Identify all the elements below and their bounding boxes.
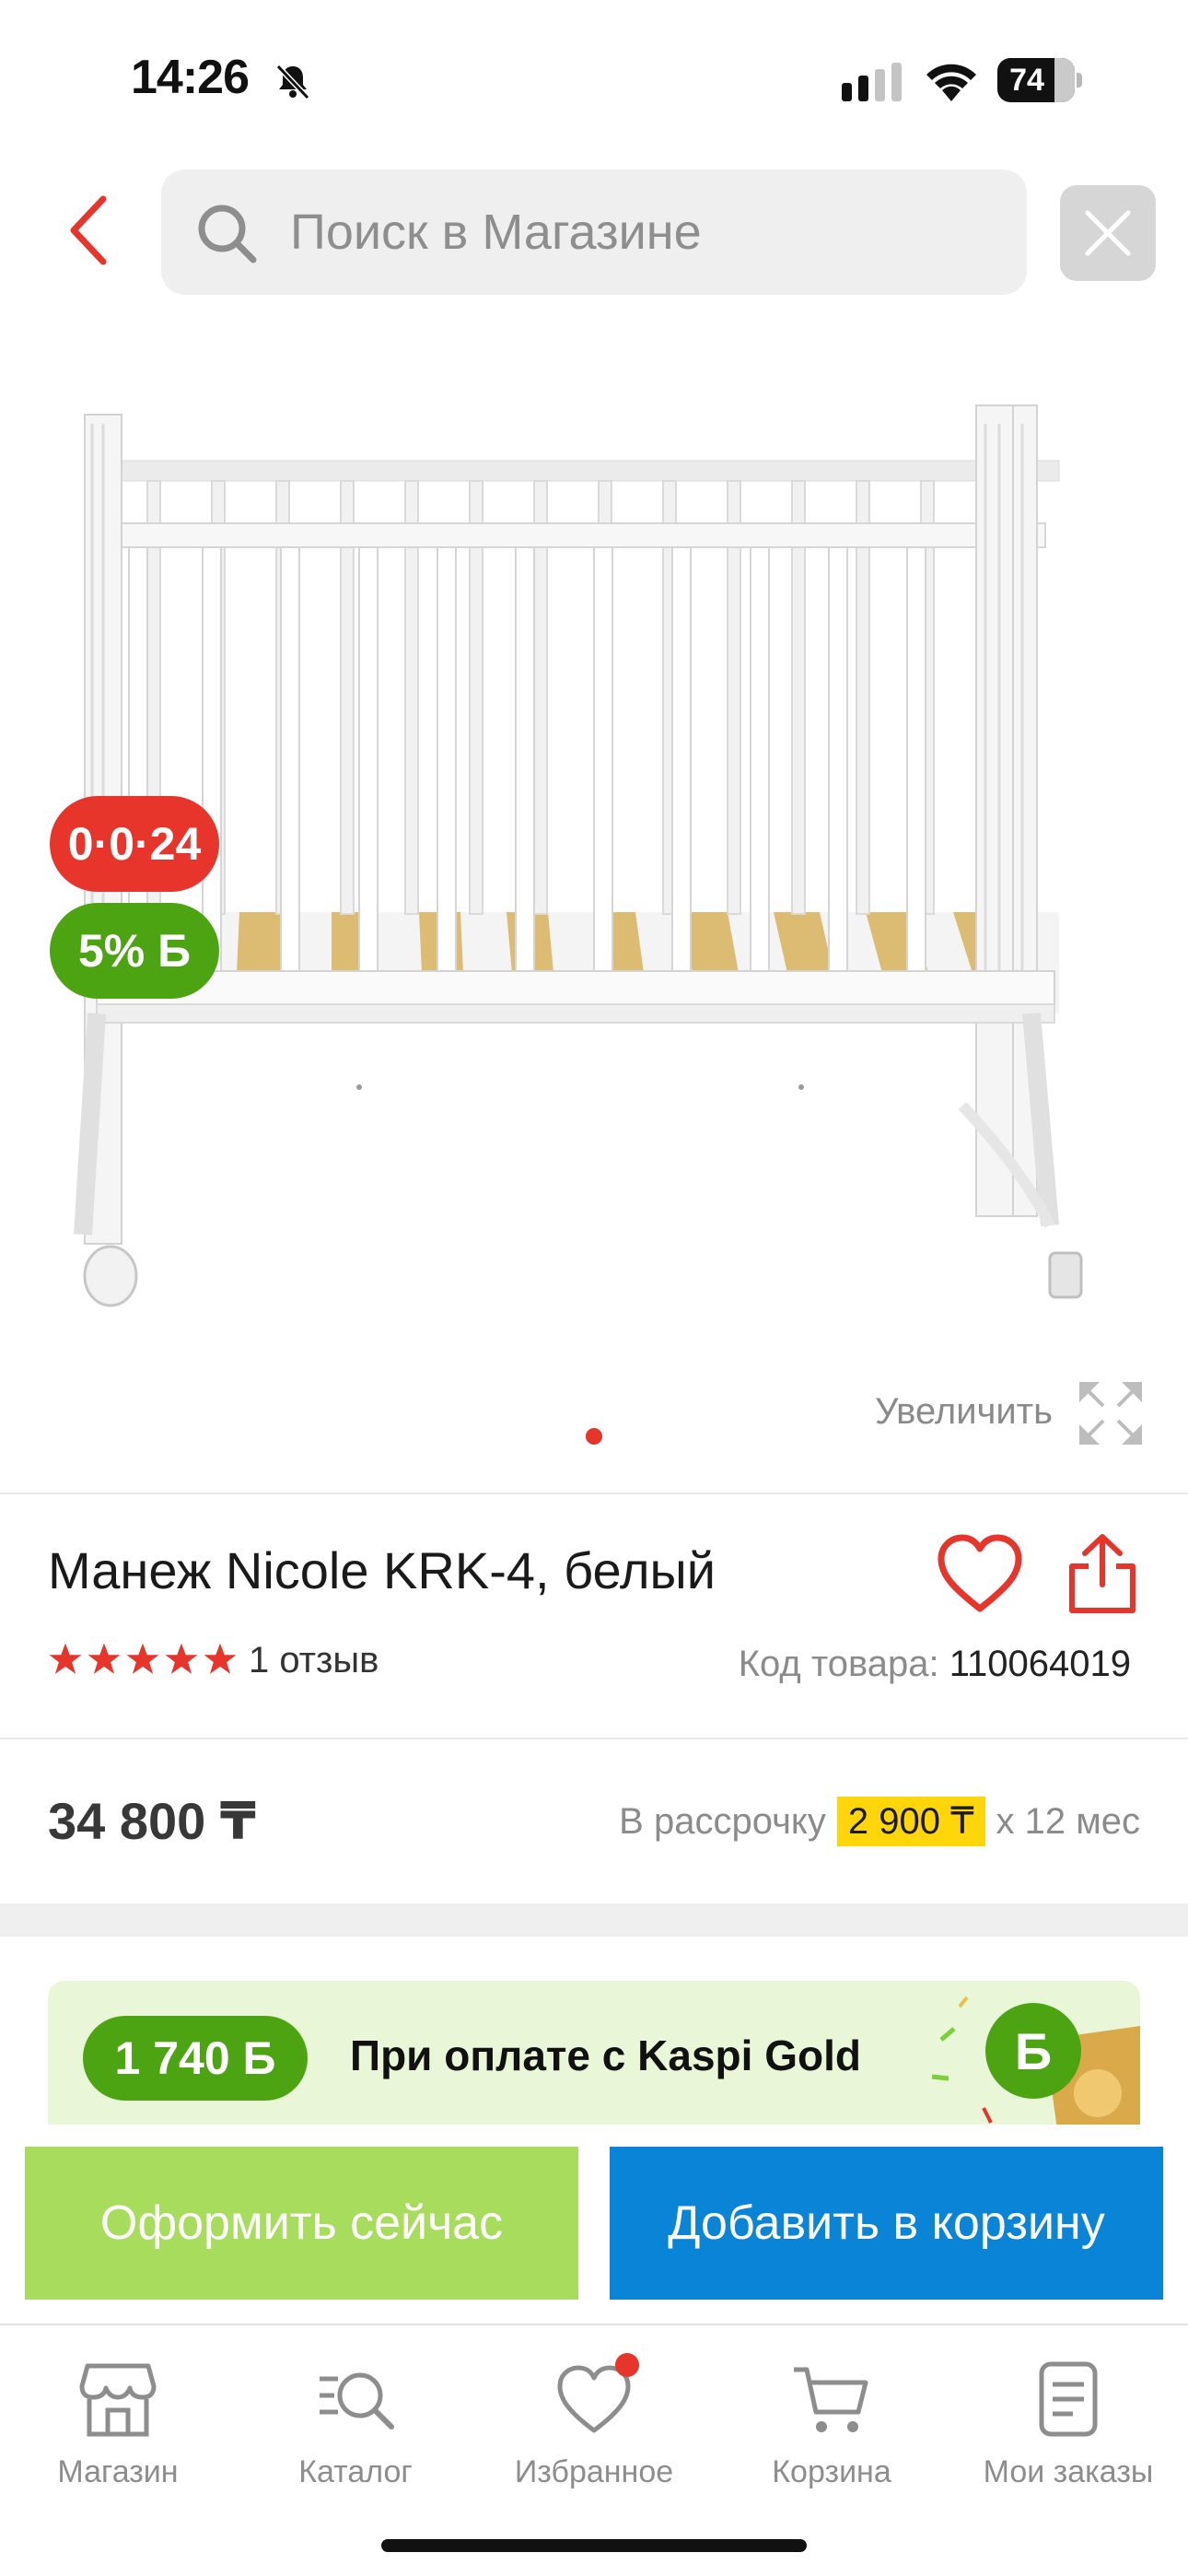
- svg-text:Б: Б: [1015, 2022, 1052, 2080]
- back-button[interactable]: [55, 189, 120, 272]
- installment-amount: 2 900 ₸: [836, 1797, 985, 1846]
- close-button[interactable]: [1060, 185, 1156, 281]
- kaspi-gold-card-icon: Б: [931, 1996, 1140, 2125]
- search-box[interactable]: [161, 170, 1027, 295]
- divider: [0, 1738, 1188, 1739]
- tab-orders[interactable]: Мои заказы: [953, 2346, 1183, 2502]
- favorite-heart-icon[interactable]: [936, 1533, 1024, 1614]
- product-code: Код товара: 110064019: [739, 1644, 1131, 1685]
- close-icon: [1085, 210, 1131, 256]
- product-price: 34 800 ₸: [48, 1792, 256, 1850]
- gallery-page-indicator: [586, 1428, 602, 1445]
- add-to-cart-button[interactable]: Добавить в корзину: [610, 2147, 1163, 2300]
- promo-text: При оплате с Kaspi Gold: [350, 2032, 861, 2079]
- catalog-search-icon: [320, 2372, 394, 2430]
- star-icon: [204, 1643, 237, 1674]
- star-icon: [165, 1643, 198, 1674]
- wifi-icon: [926, 64, 976, 101]
- status-time: 14:26: [131, 51, 250, 104]
- installment-badge: 0·0·24: [50, 796, 219, 892]
- search-icon: [198, 205, 257, 263]
- section-separator: [0, 1903, 1188, 1937]
- bell-off-icon: [275, 64, 310, 100]
- bottom-tab-bar: Магазин Каталог Избранное Корзина Мои за…: [0, 2324, 1188, 2576]
- tab-shop[interactable]: Магазин: [3, 2346, 233, 2502]
- tab-cart[interactable]: Корзина: [716, 2346, 947, 2502]
- product-code-value: 110064019: [949, 1644, 1131, 1684]
- tab-label: Мои заказы: [983, 2454, 1154, 2489]
- zoom-label: Увеличить: [875, 1391, 1053, 1432]
- battery-level: 74: [1009, 63, 1044, 98]
- tab-favorites[interactable]: Избранное: [479, 2346, 709, 2502]
- tab-label: Корзина: [772, 2454, 891, 2489]
- tab-catalog[interactable]: Каталог: [240, 2346, 471, 2502]
- notification-dot: [615, 2353, 639, 2377]
- battery-indicator: 74: [997, 58, 1082, 102]
- kaspi-gold-promo[interactable]: 1 740 Б При оплате с Kaspi Gold Б: [48, 1981, 1140, 2125]
- star-icon: [87, 1643, 121, 1674]
- chevron-left-icon: [70, 195, 107, 265]
- home-indicator[interactable]: [381, 2539, 807, 2552]
- orders-icon: [1039, 2361, 1098, 2437]
- star-icon: [126, 1643, 159, 1674]
- product-code-label: Код товара:: [738, 1644, 939, 1684]
- installment-info: В рассрочку 2 900 ₸ x 12 мес: [619, 1797, 1140, 1846]
- cellular-signal-icon: [842, 63, 902, 101]
- star-icon: [49, 1643, 82, 1674]
- reviews-link[interactable]: 1 отзыв: [249, 1640, 379, 1681]
- divider: [0, 1493, 1188, 1494]
- installment-term: x 12 мес: [996, 1800, 1140, 1842]
- buy-now-button[interactable]: Оформить сейчас: [25, 2147, 578, 2300]
- search-input[interactable]: [290, 170, 1008, 295]
- expand-icon: [1079, 1382, 1142, 1445]
- status-bar: 14:26 74: [0, 0, 1188, 157]
- rating-stars: [48, 1642, 238, 1677]
- installment-prefix: В рассрочку: [619, 1800, 826, 1842]
- tab-label: Каталог: [298, 2454, 413, 2489]
- bonus-badge: 5% Б: [50, 903, 219, 999]
- tab-label: Избранное: [514, 2454, 674, 2489]
- share-icon[interactable]: [1065, 1533, 1140, 1616]
- zoom-button[interactable]: Увеличить: [875, 1382, 1142, 1446]
- cart-icon: [794, 2367, 868, 2432]
- product-title: Манеж Nicole KRK-4, белый: [48, 1541, 716, 1599]
- tab-label: Магазин: [57, 2454, 179, 2489]
- promo-bonus-badge: 1 740 Б: [83, 2016, 308, 2101]
- shop-icon: [79, 2363, 157, 2437]
